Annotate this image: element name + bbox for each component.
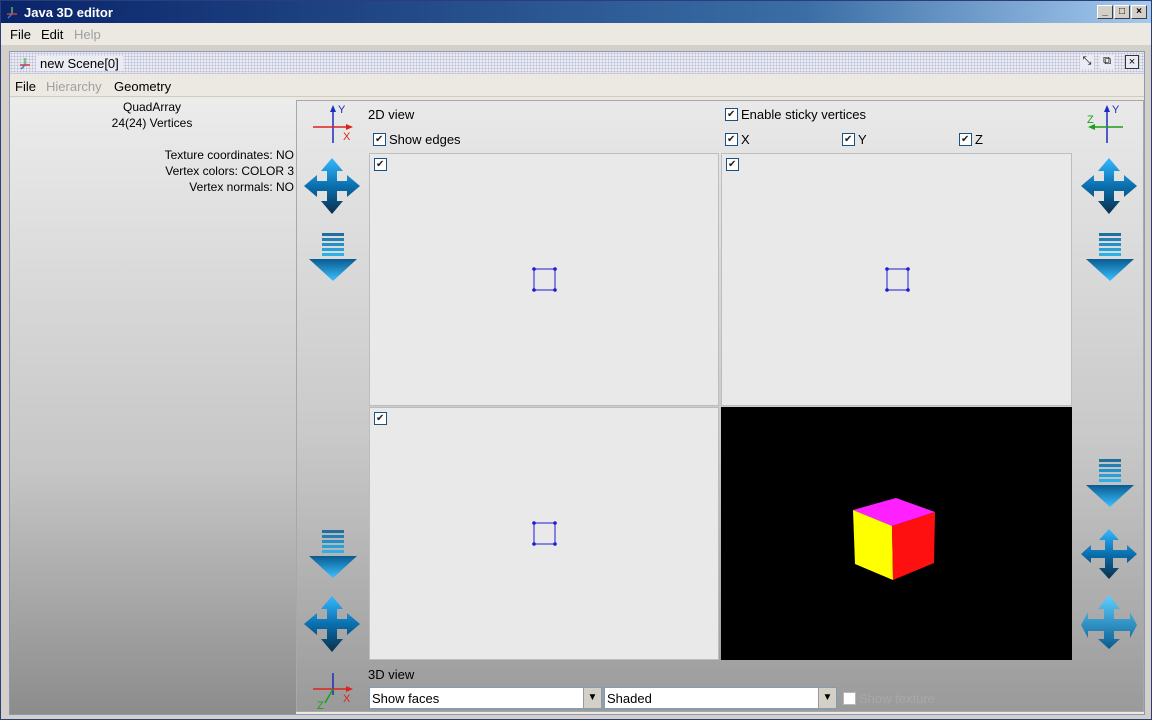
vertex-quad-xz[interactable] [532, 521, 558, 547]
zy-axis-icon: Y Z [1087, 104, 1123, 143]
pan-arrows-icon-3[interactable] [1080, 157, 1138, 215]
scene-menu-hierarchy[interactable]: Hierarchy [46, 79, 102, 94]
menu-help[interactable]: Help [74, 27, 101, 42]
axis-z-checkbox[interactable] [959, 133, 972, 146]
scene-internal-frame: new Scene[0] ⤡ ⧉ × File Hierarchy Geomet… [9, 51, 1145, 715]
view3d-label: 3D view [368, 667, 415, 682]
geometry-editor-panel: Y X X Z 2D view ✔ Show edges ✔ Enable st… [296, 100, 1144, 712]
scene-menu-file[interactable]: File [15, 79, 36, 94]
axis-x-checkbox[interactable] [725, 133, 738, 146]
java3d-app-icon [7, 7, 17, 19]
chevron-down-icon[interactable]: ▼ [583, 688, 601, 708]
vertex-quad-zy[interactable] [885, 267, 911, 293]
axis-y-label: Y [858, 132, 867, 147]
face-mode-value: Show faces [372, 691, 440, 706]
iconify-icon[interactable]: ⤡ [1080, 55, 1094, 69]
editor-window: Java 3D editor _ □ × File Edit Help new … [0, 0, 1152, 720]
window-title-bar[interactable]: Java 3D editor _ □ × [1, 1, 1151, 23]
svg-text:Y: Y [1112, 104, 1120, 116]
zoom-down-arrow-icon-4[interactable] [1084, 457, 1136, 509]
shading-mode-value: Shaded [607, 691, 652, 706]
view2d-label: 2D view [368, 107, 415, 122]
view-xz-checkbox[interactable] [374, 412, 387, 425]
vertex-count: 24(24) Vertices [111, 116, 193, 130]
svg-text:Z: Z [317, 700, 324, 711]
window-title: Java 3D editor [24, 5, 113, 20]
close-scene-icon[interactable]: × [1125, 55, 1139, 69]
vertex-normals-info: Vertex normals: NO [189, 180, 294, 194]
shading-mode-select[interactable]: Shaded ▼ [604, 687, 837, 709]
xy-axis-icon: Y X [313, 104, 353, 143]
scene-menu-geometry[interactable]: Geometry [114, 79, 171, 94]
texture-coordinates-info: Texture coordinates: NO [164, 148, 294, 162]
menu-file[interactable]: File [10, 27, 31, 42]
zoom-down-arrow-icon[interactable] [307, 231, 359, 283]
scene-menu-bar: File Hierarchy Geometry [10, 75, 1144, 97]
svg-text:Y: Y [338, 104, 346, 116]
show-texture-checkbox[interactable] [843, 692, 856, 705]
close-button[interactable]: × [1131, 5, 1147, 19]
maximize-button[interactable]: □ [1114, 5, 1130, 19]
face-mode-select[interactable]: Show faces ▼ [369, 687, 602, 709]
sticky-vertices-checkbox[interactable] [725, 108, 738, 121]
pan-arrows-icon-4[interactable] [1080, 525, 1138, 583]
geometry-info-panel: QuadArray 24(24) Vertices Texture coordi… [10, 98, 296, 714]
axis-x-label: X [741, 132, 750, 147]
rotate-arrows-icon[interactable] [1080, 593, 1138, 651]
pan-arrows-icon-2[interactable] [303, 595, 361, 653]
sticky-vertices-label: Enable sticky vertices [741, 107, 866, 122]
xz-axis-icon: X Z [313, 673, 353, 711]
menu-edit[interactable]: Edit [41, 27, 63, 42]
geometry-type: QuadArray [122, 100, 182, 114]
minimize-button[interactable]: _ [1097, 5, 1113, 19]
main-menu-bar: File Edit Help [1, 23, 1151, 45]
svg-text:Z: Z [1087, 114, 1094, 126]
chevron-down-icon[interactable]: ▼ [818, 688, 836, 708]
restore-icon[interactable]: ⧉ [1100, 55, 1114, 69]
svg-text:X: X [343, 131, 351, 143]
scene-icon [20, 58, 30, 70]
show-edges-label: Show edges [389, 132, 461, 147]
view-zy[interactable] [721, 153, 1072, 406]
show-edges-checkbox[interactable] [373, 133, 386, 146]
view-xy-checkbox[interactable] [374, 158, 387, 171]
vertex-quad-xy[interactable] [532, 267, 558, 293]
zoom-down-arrow-icon-3[interactable] [1084, 231, 1136, 283]
view-xz[interactable] [369, 407, 719, 660]
view-xy[interactable] [369, 153, 719, 406]
view-3d[interactable] [721, 407, 1072, 660]
pan-arrows-icon[interactable] [303, 157, 361, 215]
show-texture-label: Show texture [859, 691, 935, 706]
scene-title: new Scene[0] [36, 56, 123, 71]
view-zy-checkbox[interactable] [726, 158, 739, 171]
axis-y-checkbox[interactable] [842, 133, 855, 146]
scene-title-bar[interactable]: new Scene[0] ⤡ ⧉ × [10, 52, 1144, 74]
vertex-colors-info: Vertex colors: COLOR 3 [165, 164, 294, 178]
zoom-down-arrow-icon-2[interactable] [307, 528, 359, 580]
axis-z-label: Z [975, 132, 983, 147]
cube-3d-model[interactable] [851, 495, 941, 585]
svg-text:X: X [343, 693, 351, 705]
